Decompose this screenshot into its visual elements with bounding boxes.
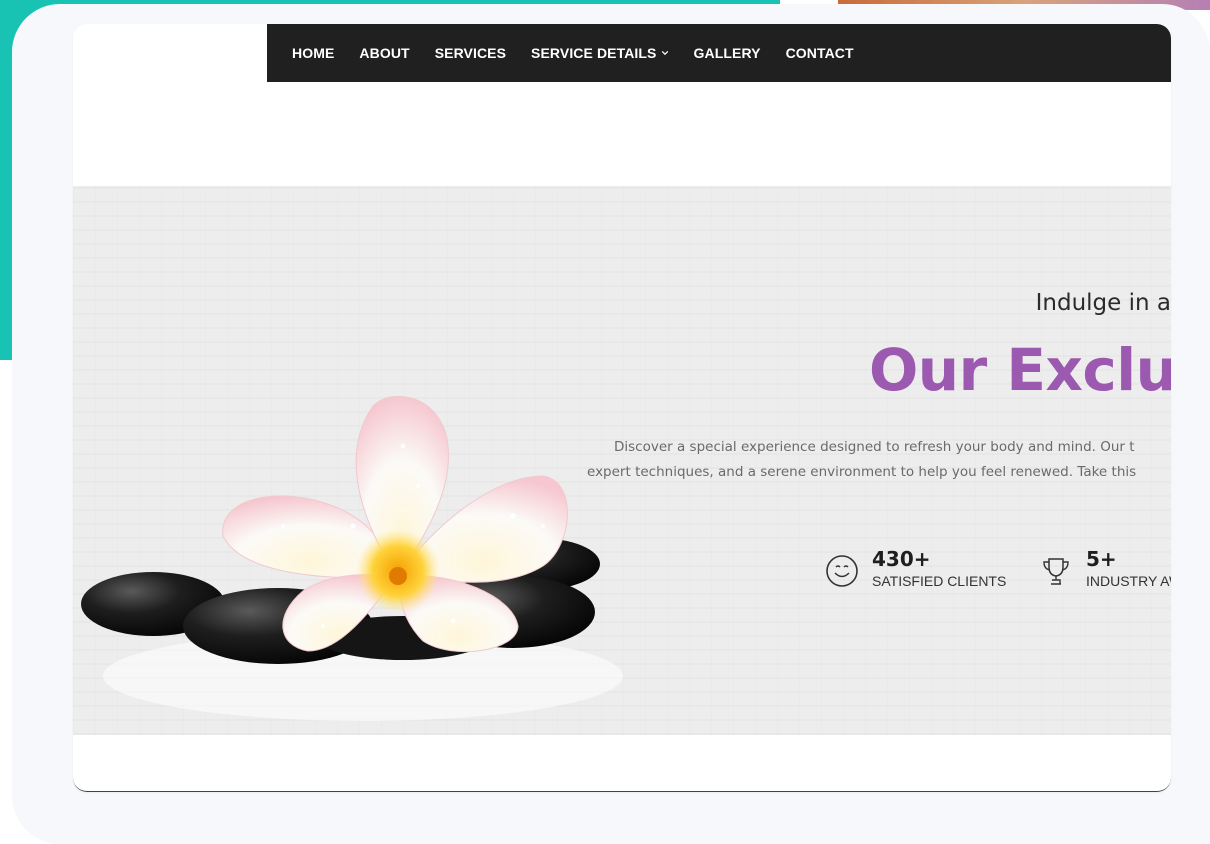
nav-service-details[interactable]: SERVICE DETAILS [531, 45, 668, 61]
spa-flower-stones-icon [81, 395, 623, 721]
nav-contact[interactable]: CONTACT [786, 45, 854, 61]
nav-gallery[interactable]: GALLERY [694, 45, 761, 61]
stat-label: INDUSTRY AW [1086, 573, 1171, 589]
smiley-icon [826, 555, 858, 587]
hero-title: Our Exclusi [869, 336, 1171, 404]
stat-satisfied-clients: 430+ SATISFIED CLIENTS [825, 548, 1006, 589]
main-navbar: HOME ABOUT SERVICES SERVICE DETAILS GALL… [267, 24, 1171, 82]
hero-tagline: Indulge in a [1035, 290, 1171, 316]
trophy-icon [1043, 558, 1069, 585]
chevron-down-icon [661, 50, 668, 56]
stat-label: SATISFIED CLIENTS [872, 573, 1007, 589]
stat-text: 430+ SATISFIED CLIENTS [872, 548, 1006, 589]
hero-section: Indulge in a Our Exclusi Discover a spec… [73, 186, 1171, 735]
stat-text: 5+ INDUSTRY AW [1086, 548, 1171, 589]
hero-description-line-1: Discover a special experience designed t… [614, 439, 1135, 455]
nav-home[interactable]: HOME [292, 45, 334, 61]
nav-services[interactable]: SERVICES [435, 45, 506, 61]
hero-description-line-2: expert techniques, and a serene environm… [587, 464, 1137, 480]
nav-about[interactable]: ABOUT [359, 45, 409, 61]
website-screenshot: HOME ABOUT SERVICES SERVICE DETAILS GALL… [73, 24, 1171, 792]
stat-value: 430+ [872, 547, 931, 571]
nav-service-details-label: SERVICE DETAILS [531, 45, 657, 61]
stat-value: 5+ [1086, 547, 1117, 571]
stat-industry-awards: 5+ INDUSTRY AW [1039, 548, 1171, 589]
